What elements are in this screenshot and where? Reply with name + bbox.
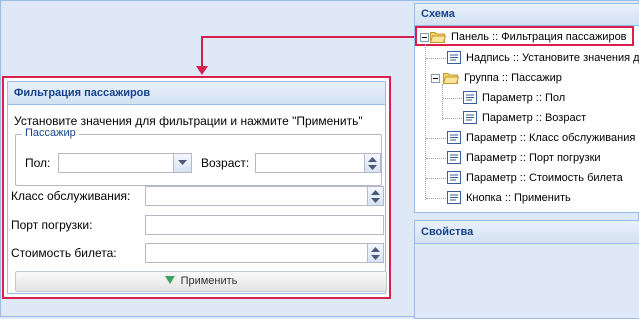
tree-node-panel[interactable]: Панель :: Фильтрация пассажиров <box>418 27 632 47</box>
filter-form-panel: Фильтрация пассажиров Установите значени… <box>7 81 387 294</box>
tree-line <box>426 158 446 159</box>
tree-node-label: Параметр :: Класс обслуживания <box>466 132 636 144</box>
tree-line <box>426 138 446 139</box>
tree-line <box>443 98 462 99</box>
apply-button-label: Применить <box>180 275 238 287</box>
tree-node-label: Параметр :: Порт погрузки <box>466 152 601 164</box>
schema-panel-title: Схема <box>415 4 639 26</box>
class-label: Класс обслуживания: <box>11 189 131 203</box>
age-label: Возраст: <box>201 156 250 170</box>
tree-line <box>442 84 443 120</box>
port-label: Порт погрузки: <box>11 218 93 232</box>
age-spinner[interactable] <box>255 153 381 173</box>
spin-down-icon[interactable] <box>371 198 380 203</box>
field-icon <box>447 131 461 144</box>
folder-open-icon <box>430 32 446 43</box>
tree-node-label: Параметр :: Стоимость билета <box>466 172 623 184</box>
tree-node-label: Панель :: Фильтрация пассажиров <box>451 31 627 43</box>
class-spin-buttons[interactable] <box>367 187 383 205</box>
spin-down-icon[interactable] <box>371 255 380 260</box>
tree-node-label: Надпись :: Установите значения д <box>466 52 639 64</box>
spin-down-icon[interactable] <box>368 165 377 170</box>
tree-node-label: Параметр :: Пол <box>482 92 566 104</box>
apply-arrow-icon <box>164 276 175 285</box>
tree-line <box>426 198 446 199</box>
tree-node-label: Параметр :: Возраст <box>482 112 587 124</box>
tree-line <box>426 58 446 59</box>
tree-node-label: Группа :: Пассажир <box>464 72 562 84</box>
fare-spinner[interactable] <box>145 243 384 263</box>
spin-up-icon[interactable] <box>371 247 380 252</box>
passenger-fieldset-legend: Пассажир <box>22 127 79 139</box>
fare-spin-buttons[interactable] <box>367 244 383 262</box>
spin-up-icon[interactable] <box>368 157 377 162</box>
gender-label: Пол: <box>25 156 51 170</box>
properties-panel: Свойства <box>414 220 639 319</box>
field-icon <box>447 151 461 164</box>
form-panel-title: Фильтрация пассажиров <box>8 82 385 105</box>
port-input[interactable] <box>145 215 384 235</box>
folder-open-icon <box>443 73 459 84</box>
fare-label: Стоимость билета: <box>11 246 117 260</box>
gender-combobox[interactable] <box>58 153 192 173</box>
tree-line <box>443 118 462 119</box>
chevron-down-icon <box>178 160 187 165</box>
class-spinner[interactable] <box>145 186 384 206</box>
field-icon <box>463 91 477 104</box>
field-icon <box>447 191 461 204</box>
instruction-label: Установите значения для фильтрации и наж… <box>14 114 363 128</box>
tree-node-label: Кнопка :: Применить <box>466 192 571 204</box>
tree-line <box>425 44 426 200</box>
field-icon <box>447 51 461 64</box>
form-panel-highlight: Фильтрация пассажиров Установите значени… <box>2 76 391 299</box>
field-icon <box>447 171 461 184</box>
collapse-toggle-icon[interactable] <box>431 74 440 83</box>
apply-button[interactable]: Применить <box>15 271 387 292</box>
spin-up-icon[interactable] <box>371 190 380 195</box>
field-icon <box>463 111 477 124</box>
collapse-toggle-icon[interactable] <box>420 33 429 42</box>
properties-panel-title: Свойства <box>415 221 639 244</box>
gender-dropdown-trigger[interactable] <box>173 154 191 172</box>
age-spin-buttons[interactable] <box>364 154 380 172</box>
tree-line <box>426 178 446 179</box>
